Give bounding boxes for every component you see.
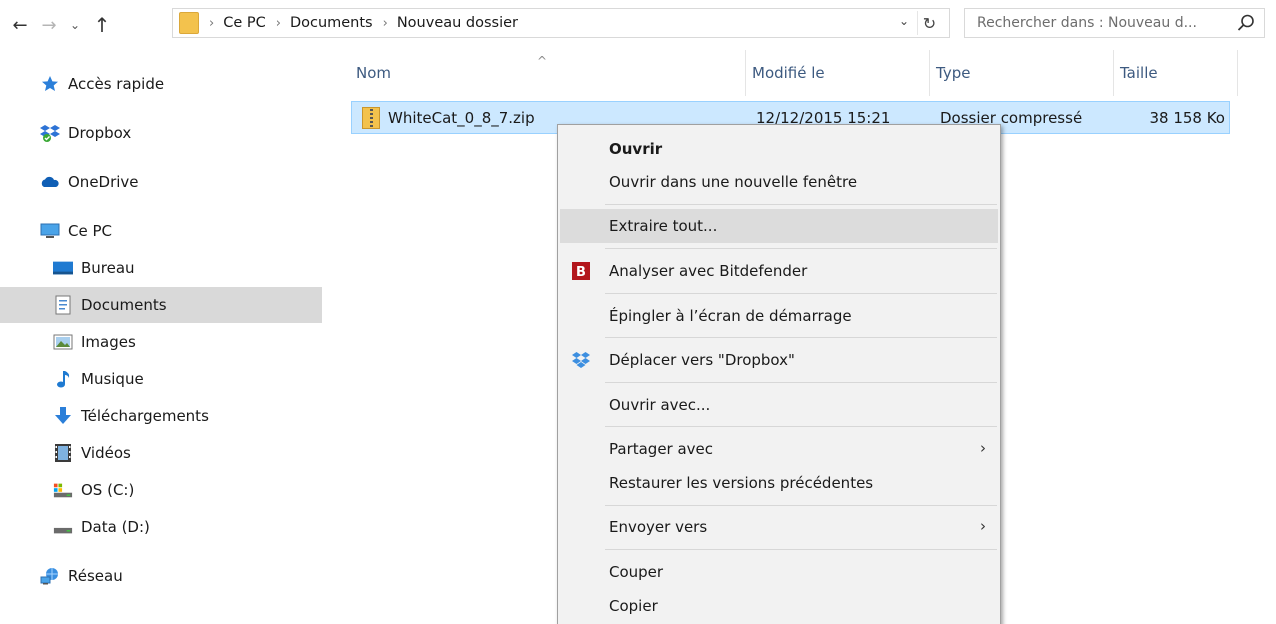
drive-d-icon	[53, 517, 73, 537]
recent-locations-button[interactable]: ⌄	[66, 12, 84, 38]
sidebar-item-acces-rapide[interactable]: Accès rapide	[0, 66, 322, 102]
column-header-size[interactable]: Taille	[1113, 50, 1238, 96]
address-bar[interactable]: › Ce PC › Documents › Nouveau dossier ⌄ …	[172, 8, 950, 38]
back-button[interactable]: ←	[6, 12, 34, 38]
breadcrumb-documents[interactable]: Documents	[290, 15, 373, 31]
sidebar-item-onedrive[interactable]: OneDrive	[0, 164, 322, 200]
menu-item-ouvrir-nouvelle-fenetre[interactable]: Ouvrir dans une nouvelle fenêtre	[560, 165, 998, 199]
sidebar-item-bureau[interactable]: Bureau	[0, 250, 322, 286]
address-toolbar: ← → ⌄ ↑ › Ce PC › Documents › Nouveau do…	[0, 0, 1276, 50]
sidebar-item-label: Téléchargements	[81, 407, 209, 425]
menu-item-deplacer-dropbox[interactable]: Déplacer vers "Dropbox"	[560, 343, 998, 377]
sidebar-item-telechargements[interactable]: Téléchargements	[0, 398, 322, 434]
refresh-icon[interactable]: ↻	[917, 11, 941, 35]
sidebar-item-ce-pc[interactable]: Ce PC	[0, 213, 322, 249]
menu-separator	[605, 382, 997, 383]
sidebar-item-os-c[interactable]: OS (C:)	[0, 472, 322, 508]
breadcrumb-ce-pc[interactable]: Ce PC	[223, 15, 266, 31]
desktop-icon	[53, 258, 73, 278]
breadcrumb-nouveau-dossier[interactable]: Nouveau dossier	[397, 15, 518, 31]
arrow-up-icon: ↑	[93, 13, 111, 37]
sidebar-item-videos[interactable]: Vidéos	[0, 435, 322, 471]
sidebar-item-label: Réseau	[68, 567, 123, 585]
menu-item-partager-avec[interactable]: Partager avec ›	[560, 432, 998, 466]
sidebar-item-data-d[interactable]: Data (D:)	[0, 509, 322, 545]
star-icon	[40, 74, 60, 94]
menu-item-copier[interactable]: Copier	[560, 589, 998, 623]
svg-text:B: B	[576, 265, 586, 280]
up-button[interactable]: ↑	[89, 12, 115, 38]
menu-separator	[605, 293, 997, 294]
dropbox-icon	[572, 352, 590, 368]
navigation-pane: Accès rapide Dropbox OneDrive Ce PC Bure…	[0, 50, 330, 624]
search-icon[interactable]	[1236, 13, 1256, 33]
breadcrumb-separator-icon: ›	[209, 15, 215, 31]
cloud-icon	[40, 172, 60, 192]
menu-separator	[605, 549, 997, 550]
dropbox-icon	[40, 123, 60, 143]
network-icon	[40, 566, 60, 586]
sidebar-item-label: Bureau	[81, 259, 135, 277]
menu-item-analyser-bitdefender[interactable]: B Analyser avec Bitdefender	[560, 254, 998, 288]
column-header-modified[interactable]: Modifié le	[745, 50, 929, 96]
menu-separator	[605, 505, 997, 506]
sidebar-item-label: Ce PC	[68, 222, 112, 240]
music-icon	[53, 369, 73, 389]
download-icon	[53, 406, 73, 426]
folder-icon	[179, 12, 199, 34]
breadcrumb-separator-icon[interactable]: ›	[383, 16, 388, 31]
menu-item-couper[interactable]: Couper	[560, 555, 998, 589]
forward-button[interactable]: →	[36, 12, 62, 38]
column-header-type[interactable]: Type	[929, 50, 1113, 96]
images-icon	[53, 332, 73, 352]
bitdefender-icon: B	[572, 262, 590, 280]
computer-icon	[40, 221, 60, 241]
column-header-name[interactable]: Nom	[350, 50, 745, 96]
sidebar-item-label: Vidéos	[81, 444, 131, 462]
arrow-right-icon: →	[41, 14, 57, 36]
sidebar-item-label: Documents	[81, 296, 167, 314]
address-history-chevron-icon[interactable]: ⌄	[899, 14, 909, 28]
menu-separator	[605, 337, 997, 338]
chevron-down-icon: ⌄	[69, 18, 81, 32]
sidebar-item-label: Dropbox	[68, 124, 132, 142]
search-input[interactable]	[965, 10, 1225, 36]
chevron-right-icon: ›	[980, 439, 986, 457]
sidebar-item-reseau[interactable]: Réseau	[0, 558, 322, 594]
sidebar-item-label: Musique	[81, 370, 144, 388]
chevron-right-icon: ›	[980, 517, 986, 535]
sidebar-item-label: Data (D:)	[81, 518, 150, 536]
sidebar-item-musique[interactable]: Musique	[0, 361, 322, 397]
menu-separator	[605, 204, 997, 205]
breadcrumb-separator-icon[interactable]: ›	[276, 16, 281, 31]
drive-c-icon	[53, 480, 73, 500]
file-size: 38 158 Ko	[1149, 108, 1225, 127]
arrow-left-icon: ←	[12, 14, 28, 36]
menu-separator	[605, 248, 997, 249]
sidebar-item-images[interactable]: Images	[0, 324, 322, 360]
menu-item-restaurer-versions[interactable]: Restaurer les versions précédentes	[560, 466, 998, 500]
zip-folder-icon	[362, 106, 380, 129]
video-icon	[53, 443, 73, 463]
sort-ascending-icon: ^	[537, 54, 548, 68]
menu-item-extraire-tout[interactable]: Extraire tout...	[560, 209, 998, 243]
sidebar-item-label: Images	[81, 333, 136, 351]
context-menu: Ouvrir Ouvrir dans une nouvelle fenêtre …	[557, 124, 1001, 624]
menu-item-ouvrir-avec[interactable]: Ouvrir avec...	[560, 388, 998, 422]
sidebar-item-label: Accès rapide	[68, 75, 165, 93]
sidebar-item-dropbox[interactable]: Dropbox	[0, 115, 322, 151]
documents-icon	[53, 295, 73, 315]
menu-item-ouvrir[interactable]: Ouvrir	[560, 132, 998, 166]
file-name: WhiteCat_0_8_7.zip	[388, 108, 535, 127]
menu-item-envoyer-vers[interactable]: Envoyer vers ›	[560, 510, 998, 544]
menu-separator	[605, 426, 997, 427]
sidebar-item-label: OneDrive	[68, 173, 139, 191]
sidebar-item-label: OS (C:)	[81, 481, 135, 499]
menu-item-epingler-demarrage[interactable]: Épingler à l’écran de démarrage	[560, 299, 998, 333]
file-name-cell[interactable]: WhiteCat_0_8_7.zip	[362, 102, 535, 133]
sidebar-item-documents[interactable]: Documents	[0, 287, 322, 323]
search-box[interactable]	[964, 8, 1265, 38]
